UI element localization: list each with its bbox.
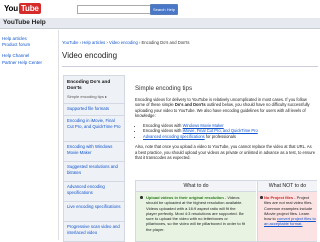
link-windows-movie-maker[interactable]: Windows Movie Maker [183,123,224,128]
main-content: Simple encoding tips Encoding videos for… [135,85,315,165]
intro-paragraph: Encoding videos for delivery to YouTube … [135,97,310,119]
do-title: Upload videos in their original resoluti… [146,195,224,200]
dont-column: No Project files - Project files are not… [257,192,317,241]
breadcrumb-youtube[interactable]: YouTube [62,40,78,45]
do-dont-table: What to do What NOT to do Upload videos … [135,180,317,242]
breadcrumb-video-encoding[interactable]: Video encoding [109,40,138,45]
bullet-icon [140,196,143,199]
breadcrumb: YouTube › Help articles › Video encoding… [62,40,189,45]
nav-partner-help-center[interactable]: Partner Help Center [2,60,56,66]
logo-tube-text: Tube [18,3,41,14]
dont-title: No Project files [264,195,294,200]
help-title[interactable]: YouTube Help [3,19,46,27]
toc-item[interactable]: Progressive scan video and interlaced vi… [64,221,124,237]
youtube-logo[interactable]: You Tube [4,2,50,15]
search-input[interactable] [77,5,151,14]
replace-note-paragraph: Also, note that once you upload a video … [135,144,316,161]
breadcrumb-help-articles[interactable]: Help articles [82,40,105,45]
top-bar: You Tube Search Help [0,0,320,17]
logo-you-text: You [4,4,18,13]
search-help-button[interactable]: Search Help [150,4,178,15]
bullet-icon [260,196,263,199]
toc-item[interactable]: Encoding in iMovie, Final Cut Pro, and Q… [64,115,124,131]
what-to-do-header: What to do [136,181,256,192]
toc-item[interactable]: Suggested resolutions and bitrates [64,161,124,177]
toc-sidebar: Encoding Do's and Don'ts Simple encoding… [63,75,125,242]
breadcrumb-current: Encoding Do's and Don'ts [141,40,190,45]
page-title: Video encoding [62,51,118,60]
link-imovie-fcp[interactable]: iMovie, Final Cut Pro, and QuickTime Pro [183,128,258,133]
do-column: Upload videos in their original resoluti… [136,192,256,241]
guideline-links: Encoding videos with Windows Movie Maker… [135,123,315,140]
title-divider [62,66,318,67]
help-bar: YouTube Help [0,18,320,29]
toc-item[interactable]: Advanced encoding specifications [64,181,124,197]
what-not-to-do-header: What NOT to do [257,181,317,192]
left-nav: Help articles Product forum Help Channel… [2,36,56,66]
nav-divider [58,30,59,240]
toc-item[interactable]: Encoding with Windows Movie Maker [64,141,124,157]
do-text: - Videos should be uploaded at the highe… [146,195,245,232]
list-item: Advanced encoding specifications for pro… [143,134,315,140]
link-advanced-specs[interactable]: Advanced encoding specifications [143,134,205,139]
section-heading: Simple encoding tips [135,85,193,92]
toc-item[interactable]: Supported file formats [64,103,124,114]
toc-heading: Encoding Do's and Don'ts [67,80,111,91]
toc-item[interactable]: Live encoding specifications [64,201,124,212]
toc-current-sub: Simple encoding tips ▸ [67,94,108,99]
